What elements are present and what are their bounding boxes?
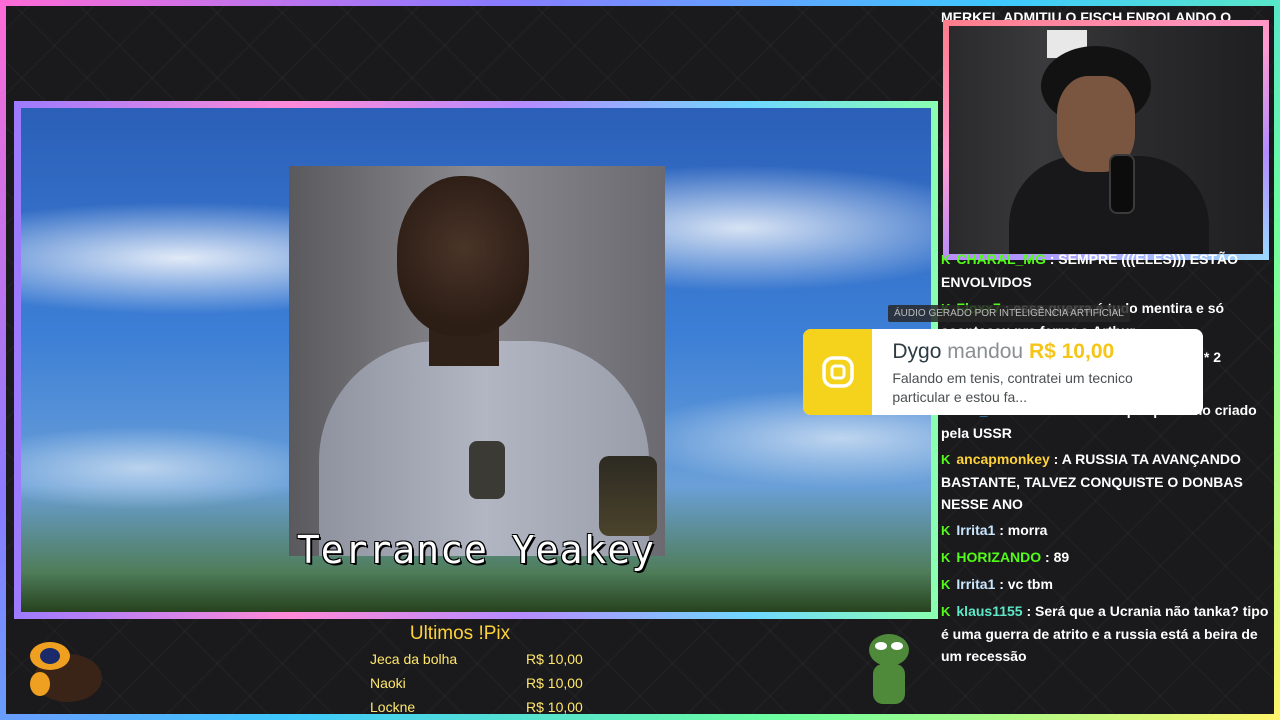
chat-text: vc tbm bbox=[1007, 576, 1053, 592]
pix-amount: R$ 10,00 bbox=[526, 675, 583, 691]
pix-amount: R$ 10,00 bbox=[526, 699, 583, 715]
police-badge bbox=[469, 441, 505, 499]
chat-message: K Irrita1 : morra bbox=[941, 519, 1273, 542]
kick-icon: K bbox=[941, 550, 951, 565]
portrait-photo bbox=[289, 166, 665, 556]
chat-username[interactable]: klaus1155 bbox=[956, 603, 1022, 619]
mascot-left-icon bbox=[30, 642, 102, 702]
alert-amount: R$ 10,00 bbox=[1028, 340, 1115, 363]
chat-username[interactable]: CHARAL_MG bbox=[956, 251, 1045, 267]
chat-message: Kancapmonkey : A RUSSIA TA AVANÇANDO BAS… bbox=[941, 451, 1243, 512]
pix-icon bbox=[821, 356, 854, 388]
chat-message: K Irrita1 : vc tbm bbox=[941, 573, 1273, 596]
kick-icon: K bbox=[941, 523, 951, 538]
pix-list: Ultimos !Pix Jeca da bolha R$ 10,00 Naok… bbox=[370, 623, 590, 719]
kick-icon: K bbox=[941, 452, 951, 467]
kick-icon: K bbox=[941, 577, 951, 592]
kick-icon: K bbox=[941, 252, 951, 267]
alert-verb: mandou bbox=[947, 340, 1024, 363]
pepe-icon bbox=[869, 634, 909, 704]
pix-name: Jeca da bolha bbox=[370, 651, 458, 667]
alert-message: Falando em tenis, contratei um tecnico p… bbox=[892, 370, 1133, 405]
pix-row: Naoki R$ 10,00 bbox=[370, 671, 590, 695]
microphone bbox=[1109, 154, 1135, 214]
pix-row: Jeca da bolha R$ 10,00 bbox=[370, 647, 590, 671]
webcam-feed bbox=[949, 26, 1263, 254]
webcam-frame bbox=[943, 20, 1269, 260]
chat-message: K CHARAL_MG : SEMPRE (((ELES))) ESTÃO ENV… bbox=[941, 251, 1238, 290]
chat-message: K HORIZANDO : 89 bbox=[941, 546, 1273, 569]
kick-icon: K bbox=[941, 604, 951, 619]
video-player[interactable]: Terrance Yeakey bbox=[21, 108, 931, 612]
chat-username[interactable]: HORIZANDO bbox=[956, 549, 1041, 565]
alert-icon-box bbox=[803, 329, 873, 415]
ai-audio-tag: ÁUDIO GERADO POR INTELIGÊNCIA ARTIFICIAL bbox=[888, 305, 1130, 322]
pix-name: Lockne bbox=[370, 699, 416, 715]
chat-text: 89 bbox=[1053, 549, 1070, 565]
chat-username[interactable]: ancapmonkey bbox=[956, 451, 1049, 467]
video-panel-frame: Terrance Yeakey bbox=[14, 101, 938, 619]
chat-text: * 2 bbox=[1203, 349, 1221, 365]
pix-amount: R$ 10,00 bbox=[526, 651, 583, 667]
chat-username[interactable]: Irrita1 bbox=[956, 576, 995, 592]
pix-row: Lockne R$ 10,00 bbox=[370, 695, 590, 719]
alert-headline: Dygo mandou R$ 10,00 bbox=[892, 339, 1191, 365]
police-patch bbox=[599, 456, 657, 536]
pix-name: Naoki bbox=[370, 675, 406, 691]
alert-donor: Dygo bbox=[892, 340, 942, 363]
donation-alert: Dygo mandou R$ 10,00 Falando em tenis, c… bbox=[803, 329, 1203, 415]
chat-message: Kklaus1155 : Será que a Ucrania não tank… bbox=[941, 603, 1269, 664]
pix-title: Ultimos !Pix bbox=[409, 623, 511, 644]
chat-username[interactable]: Irrita1 bbox=[956, 522, 995, 538]
chat-text: morra bbox=[1007, 522, 1048, 538]
video-caption: Terrance Yeakey bbox=[296, 528, 656, 572]
